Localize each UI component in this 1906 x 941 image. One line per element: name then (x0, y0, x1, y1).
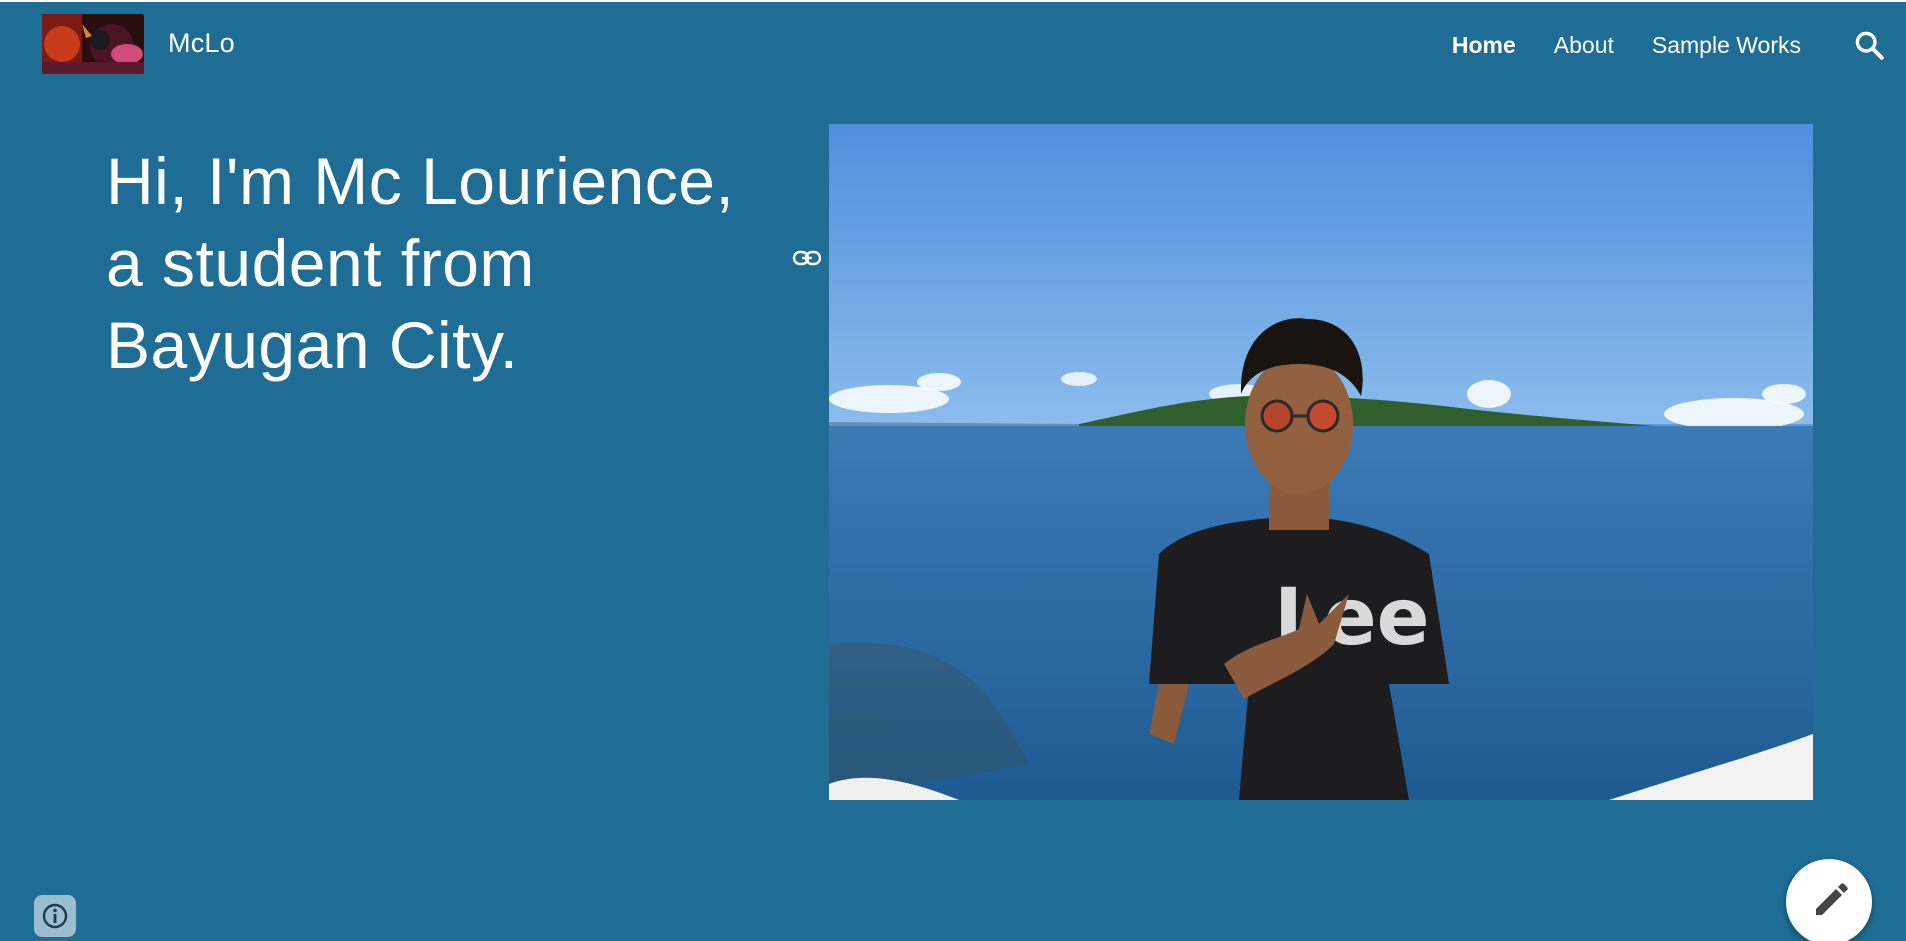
site-header: McLo Home About Sample Works (0, 2, 1906, 90)
hero-heading: Hi, I'm Mc Lourience, a student from Bay… (106, 140, 746, 386)
info-icon (42, 903, 68, 929)
pencil-icon (1816, 883, 1848, 915)
hero-heading-line-1: Hi, I'm Mc Lourience, (106, 144, 735, 218)
person-by-the-sea-photo: Lee (829, 124, 1813, 800)
site-info-button[interactable] (34, 895, 76, 937)
site-title[interactable]: McLo (168, 28, 235, 59)
link-icon (792, 250, 822, 266)
hero-photo: Lee (829, 124, 1813, 800)
nav-item-sample-works[interactable]: Sample Works (1633, 32, 1820, 59)
nav-item-home[interactable]: Home (1433, 32, 1535, 59)
search-icon (1855, 31, 1884, 60)
hero-heading-line-3: Bayugan City. (106, 308, 519, 382)
copy-link-button[interactable] (792, 246, 822, 270)
page: McLo Home About Sample Works Hi, I'm Mc … (0, 0, 1906, 941)
site-logo-image (42, 14, 144, 74)
hero-heading-line-2: a student from (106, 226, 535, 300)
main-nav: Home About Sample Works (1433, 32, 1820, 59)
edit-button[interactable] (1786, 859, 1872, 941)
search-button[interactable] (1852, 28, 1886, 62)
site-logo[interactable] (42, 14, 144, 74)
nav-item-about[interactable]: About (1535, 32, 1633, 59)
